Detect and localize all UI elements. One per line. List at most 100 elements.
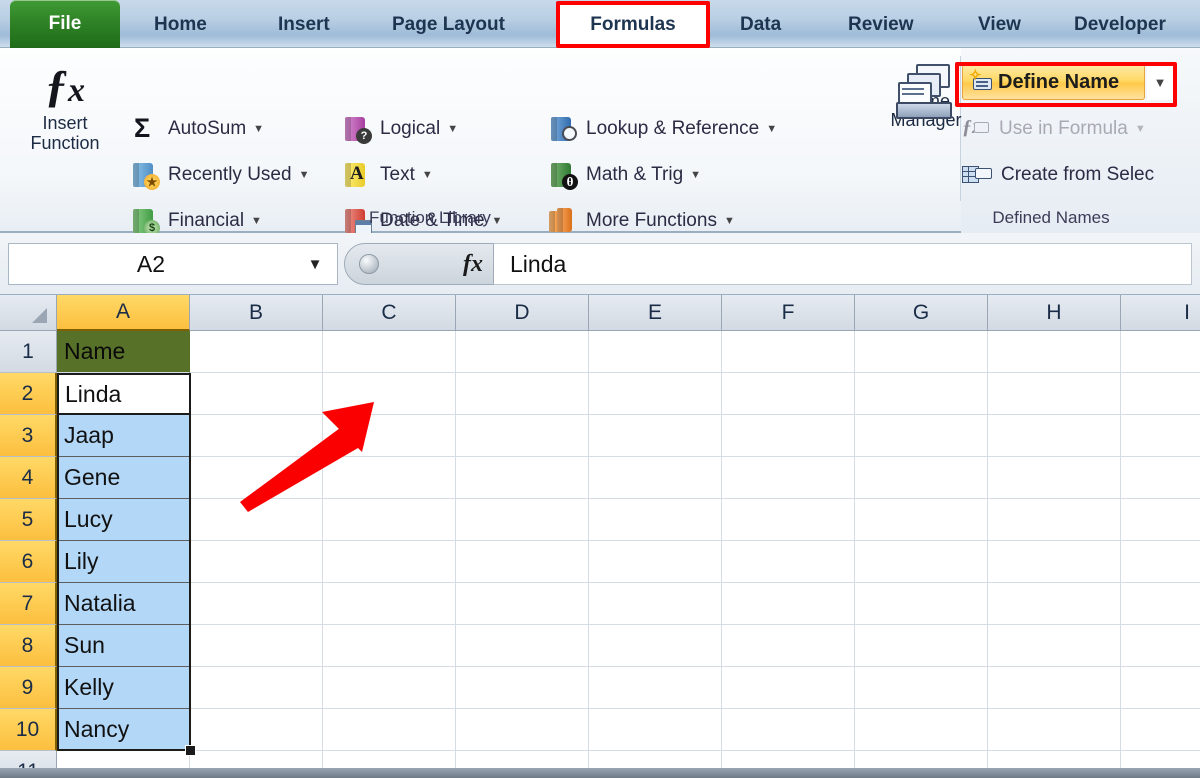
chevron-down-icon[interactable]: ▼ — [690, 169, 701, 181]
cell-h10[interactable] — [988, 709, 1121, 751]
row-header-1[interactable]: 1 — [0, 331, 57, 373]
cell-d5[interactable] — [456, 499, 589, 541]
cell-h1[interactable] — [988, 331, 1121, 373]
cell-d4[interactable] — [456, 457, 589, 499]
chevron-down-icon[interactable]: ▼ — [447, 123, 458, 135]
cell-b6[interactable] — [190, 541, 323, 583]
cell-g1[interactable] — [855, 331, 988, 373]
cell-i9[interactable] — [1121, 667, 1200, 709]
formula-bar-expand-icon[interactable] — [359, 254, 379, 274]
cell-a8[interactable]: Sun — [57, 625, 190, 667]
cell-e8[interactable] — [589, 625, 722, 667]
column-header-g[interactable]: G — [855, 295, 988, 331]
cell-a6[interactable]: Lily — [57, 541, 190, 583]
cell-d2[interactable] — [456, 373, 589, 415]
row-header-10[interactable]: 10 — [0, 709, 57, 751]
cell-g3[interactable] — [855, 415, 988, 457]
define-name-button[interactable]: ✧ Define Name — [962, 64, 1145, 100]
insert-function-button[interactable]: ƒx Insert Function — [10, 61, 120, 153]
ribbon-item-autosum[interactable]: Σ AutoSum ▼ — [130, 110, 264, 148]
cell-d3[interactable] — [456, 415, 589, 457]
ribbon-item-logical[interactable]: ? Logical ▼ — [342, 110, 458, 148]
cell-b1[interactable] — [190, 331, 323, 373]
row-header-7[interactable]: 7 — [0, 583, 57, 625]
tab-home[interactable]: Home — [138, 2, 223, 48]
cell-e9[interactable] — [589, 667, 722, 709]
cell-i1[interactable] — [1121, 331, 1200, 373]
chevron-down-icon[interactable]: ▼ — [299, 169, 310, 181]
cell-f7[interactable] — [722, 583, 855, 625]
row-header-9[interactable]: 9 — [0, 667, 57, 709]
tab-developer[interactable]: Developer — [1058, 2, 1182, 48]
cell-f4[interactable] — [722, 457, 855, 499]
tab-review[interactable]: Review — [832, 2, 929, 48]
use-in-formula-button[interactable]: ƒx Use in Formula ▼ — [961, 110, 1146, 148]
column-header-e[interactable]: E — [589, 295, 722, 331]
name-box[interactable]: A2 ▼ — [8, 243, 338, 285]
cell-h2[interactable] — [988, 373, 1121, 415]
cell-d7[interactable] — [456, 583, 589, 625]
cell-f5[interactable] — [722, 499, 855, 541]
cell-g10[interactable] — [855, 709, 988, 751]
tab-view[interactable]: View — [962, 2, 1037, 48]
ribbon-item-lookup-reference[interactable]: Lookup & Reference ▼ — [548, 110, 777, 148]
cell-a7[interactable]: Natalia — [57, 583, 190, 625]
name-box-dropdown-icon[interactable]: ▼ — [293, 256, 337, 273]
cell-c7[interactable] — [323, 583, 456, 625]
cell-i7[interactable] — [1121, 583, 1200, 625]
chevron-down-icon[interactable]: ▼ — [253, 123, 264, 135]
formula-input[interactable]: Linda — [494, 243, 1192, 285]
row-header-4[interactable]: 4 — [0, 457, 57, 499]
cell-b9[interactable] — [190, 667, 323, 709]
cell-h5[interactable] — [988, 499, 1121, 541]
tab-file[interactable]: File — [10, 0, 120, 48]
chevron-down-icon[interactable]: ▼ — [422, 169, 433, 181]
column-header-a[interactable]: A — [57, 295, 190, 331]
cell-g6[interactable] — [855, 541, 988, 583]
cell-b2[interactable] — [190, 373, 323, 415]
cell-a10[interactable]: Nancy — [57, 709, 190, 751]
row-header-5[interactable]: 5 — [0, 499, 57, 541]
fill-handle[interactable] — [185, 745, 196, 756]
cell-a3[interactable]: Jaap — [57, 415, 190, 457]
cell-c5[interactable] — [323, 499, 456, 541]
ribbon-item-recently-used[interactable]: ★ Recently Used ▼ — [130, 156, 309, 194]
tab-data[interactable]: Data — [724, 2, 797, 48]
row-header-6[interactable]: 6 — [0, 541, 57, 583]
cell-i5[interactable] — [1121, 499, 1200, 541]
cell-h9[interactable] — [988, 667, 1121, 709]
column-header-h[interactable]: H — [988, 295, 1121, 331]
cell-e1[interactable] — [589, 331, 722, 373]
cell-e4[interactable] — [589, 457, 722, 499]
ribbon-item-math-trig[interactable]: θ Math & Trig ▼ — [548, 156, 701, 194]
cell-e5[interactable] — [589, 499, 722, 541]
ribbon-item-text[interactable]: A Text ▼ — [342, 156, 433, 194]
cell-c2[interactable] — [323, 373, 456, 415]
cell-e2[interactable] — [589, 373, 722, 415]
cell-i2[interactable] — [1121, 373, 1200, 415]
cell-f2[interactable] — [722, 373, 855, 415]
cell-e10[interactable] — [589, 709, 722, 751]
cell-d8[interactable] — [456, 625, 589, 667]
cell-h8[interactable] — [988, 625, 1121, 667]
horizontal-scrollbar[interactable] — [0, 768, 1200, 778]
cell-i8[interactable] — [1121, 625, 1200, 667]
cell-d6[interactable] — [456, 541, 589, 583]
cell-e3[interactable] — [589, 415, 722, 457]
column-header-b[interactable]: B — [190, 295, 323, 331]
cell-f9[interactable] — [722, 667, 855, 709]
cell-e7[interactable] — [589, 583, 722, 625]
cell-g9[interactable] — [855, 667, 988, 709]
cell-i6[interactable] — [1121, 541, 1200, 583]
cell-c4[interactable] — [323, 457, 456, 499]
cell-h7[interactable] — [988, 583, 1121, 625]
chevron-down-icon[interactable]: ▼ — [766, 123, 777, 135]
tab-page-layout[interactable]: Page Layout — [376, 2, 521, 48]
column-header-c[interactable]: C — [323, 295, 456, 331]
cell-g8[interactable] — [855, 625, 988, 667]
cell-g5[interactable] — [855, 499, 988, 541]
cell-e6[interactable] — [589, 541, 722, 583]
cell-c8[interactable] — [323, 625, 456, 667]
cell-i4[interactable] — [1121, 457, 1200, 499]
cell-a5[interactable]: Lucy — [57, 499, 190, 541]
